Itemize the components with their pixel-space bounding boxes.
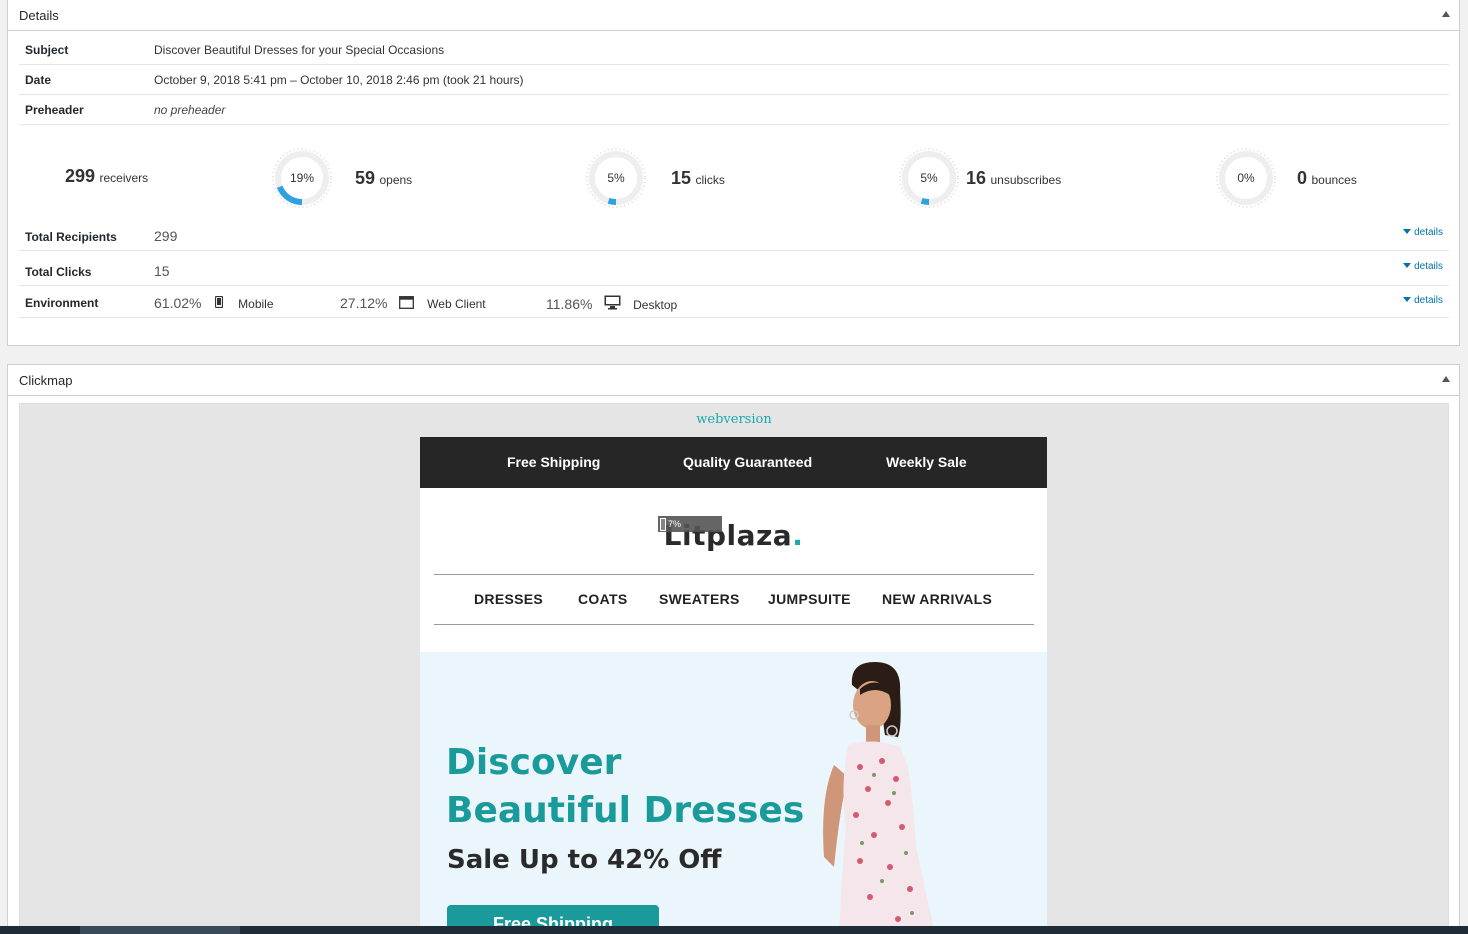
details-header[interactable]: Details: [8, 0, 1459, 31]
clicks-donut: 5%: [582, 144, 650, 212]
caret-down-icon: [1403, 229, 1412, 234]
nav-jumpsuite[interactable]: JUMPSUITE: [768, 591, 851, 607]
topbar-free-shipping[interactable]: Free Shipping: [507, 454, 600, 470]
hero-banner[interactable]: Discover Beautiful Dresses Sale Up to 42…: [420, 652, 1047, 934]
opens-unit: opens: [379, 173, 413, 187]
env-mobile: 61.02% Mobile: [154, 295, 274, 311]
total-recipients-value: 299: [154, 228, 178, 244]
topbar-weekly-sale[interactable]: Weekly Sale: [886, 454, 967, 470]
environment-row: Environment 61.02% Mobile 27.12% Web Cli…: [19, 286, 1449, 318]
recipients-details-link[interactable]: details: [1403, 227, 1443, 238]
mobile-icon: [214, 295, 223, 309]
nav-dresses[interactable]: DRESSES: [474, 591, 543, 607]
nav-sweaters[interactable]: SWEATERS: [659, 591, 740, 607]
details-panel: Details Subject Discover Beautiful Dress…: [7, 0, 1460, 346]
env-mobile-pct: 61.02%: [154, 295, 202, 311]
opens-count: 59: [355, 168, 376, 188]
subject-row: Subject Discover Beautiful Dresses for y…: [19, 35, 1449, 65]
preheader-row: Preheader no preheader: [19, 95, 1449, 125]
date-value: October 9, 2018 5:41 pm – October 10, 20…: [154, 73, 524, 87]
email-logo[interactable]: Litplaza.: [420, 519, 1047, 552]
details-title: Details: [19, 8, 59, 23]
model-photo: [823, 662, 935, 934]
logo-dot: .: [792, 519, 804, 552]
preheader-label: Preheader: [25, 103, 84, 117]
nav-coats[interactable]: COATS: [578, 591, 627, 607]
webversion-link[interactable]: webversion: [20, 412, 1448, 427]
subject-label: Subject: [25, 43, 69, 57]
nav-new-arrivals[interactable]: NEW ARRIVALS: [882, 591, 992, 607]
env-desktop: 11.86% Desktop: [546, 295, 677, 312]
clicks-details-link[interactable]: details: [1403, 261, 1443, 272]
opens-donut: 19%: [268, 144, 336, 212]
clicks-percent: 5%: [607, 171, 625, 185]
desktop-monitor-icon: [604, 295, 621, 310]
collapse-arrow-icon[interactable]: [1442, 11, 1450, 17]
clickmap-panel: Clickmap webversion Free Shipping Qualit…: [7, 364, 1460, 934]
total-recipients-row: Total Recipients 299 details: [19, 222, 1449, 251]
unsubscribes-donut: 5%: [895, 144, 963, 212]
env-desktop-pct: 11.86%: [546, 296, 593, 312]
email-preview: Free Shipping Quality Guaranteed Weekly …: [420, 437, 1047, 934]
total-clicks-value: 15: [154, 263, 170, 279]
email-topbar: Free Shipping Quality Guaranteed Weekly …: [420, 437, 1047, 488]
env-desktop-label: Desktop: [633, 298, 678, 312]
hero-title: Discover Beautiful Dresses: [446, 742, 805, 831]
clicks-count: 15: [671, 168, 692, 188]
bounces-count: 0: [1297, 168, 1308, 188]
bounces-percent: 0%: [1237, 171, 1255, 185]
taskbar: [0, 926, 1468, 934]
total-clicks-label: Total Clicks: [25, 265, 92, 279]
unsubscribes-percent: 5%: [920, 171, 938, 185]
unsubscribes-count: 16: [966, 168, 987, 188]
email-nav: DRESSES COATS SWEATERS JUMPSUITE NEW ARR…: [434, 574, 1034, 625]
date-row: Date October 9, 2018 5:41 pm – October 1…: [19, 65, 1449, 95]
hero-subtitle: Sale Up to 42% Off: [447, 845, 722, 875]
environment-label: Environment: [25, 296, 99, 310]
bounces-donut: 0%: [1212, 144, 1280, 212]
total-recipients-label: Total Recipients: [25, 230, 117, 244]
subject-value: Discover Beautiful Dresses for your Spec…: [154, 43, 445, 57]
clickmap-preview: webversion Free Shipping Quality Guarant…: [19, 403, 1449, 934]
opens-percent: 19%: [289, 171, 315, 185]
clickmap-title: Clickmap: [19, 373, 73, 388]
date-label: Date: [25, 73, 52, 87]
click-rate-badge: 7%: [658, 516, 722, 532]
receivers-count: 299: [65, 166, 96, 186]
collapse-arrow-icon[interactable]: [1442, 376, 1450, 382]
clicks-details-label: details: [1414, 261, 1443, 272]
env-webclient: 27.12% Web Client: [340, 295, 486, 311]
caret-down-icon: [1403, 263, 1412, 268]
preheader-value: no preheader: [154, 103, 226, 117]
total-clicks-row: Total Clicks 15 details: [19, 251, 1449, 286]
environment-details-link[interactable]: details: [1403, 295, 1443, 306]
unsubscribes-unit: unsubscribes: [990, 173, 1062, 187]
caret-down-icon: [1403, 297, 1412, 302]
clickmap-header[interactable]: Clickmap: [8, 365, 1459, 396]
env-webclient-pct: 27.12%: [340, 295, 388, 311]
clicks-unit: clicks: [695, 173, 725, 187]
bounces-unit: bounces: [1311, 173, 1357, 187]
receivers-unit: receivers: [99, 171, 149, 185]
topbar-quality-guaranteed[interactable]: Quality Guaranteed: [683, 454, 812, 470]
env-mobile-label: Mobile: [238, 297, 274, 311]
environment-details-label: details: [1414, 295, 1443, 306]
recipients-details-label: details: [1414, 227, 1443, 238]
taskbar-active-item[interactable]: [80, 926, 240, 934]
browser-window-icon: [398, 296, 414, 309]
env-webclient-label: Web Client: [427, 297, 486, 311]
